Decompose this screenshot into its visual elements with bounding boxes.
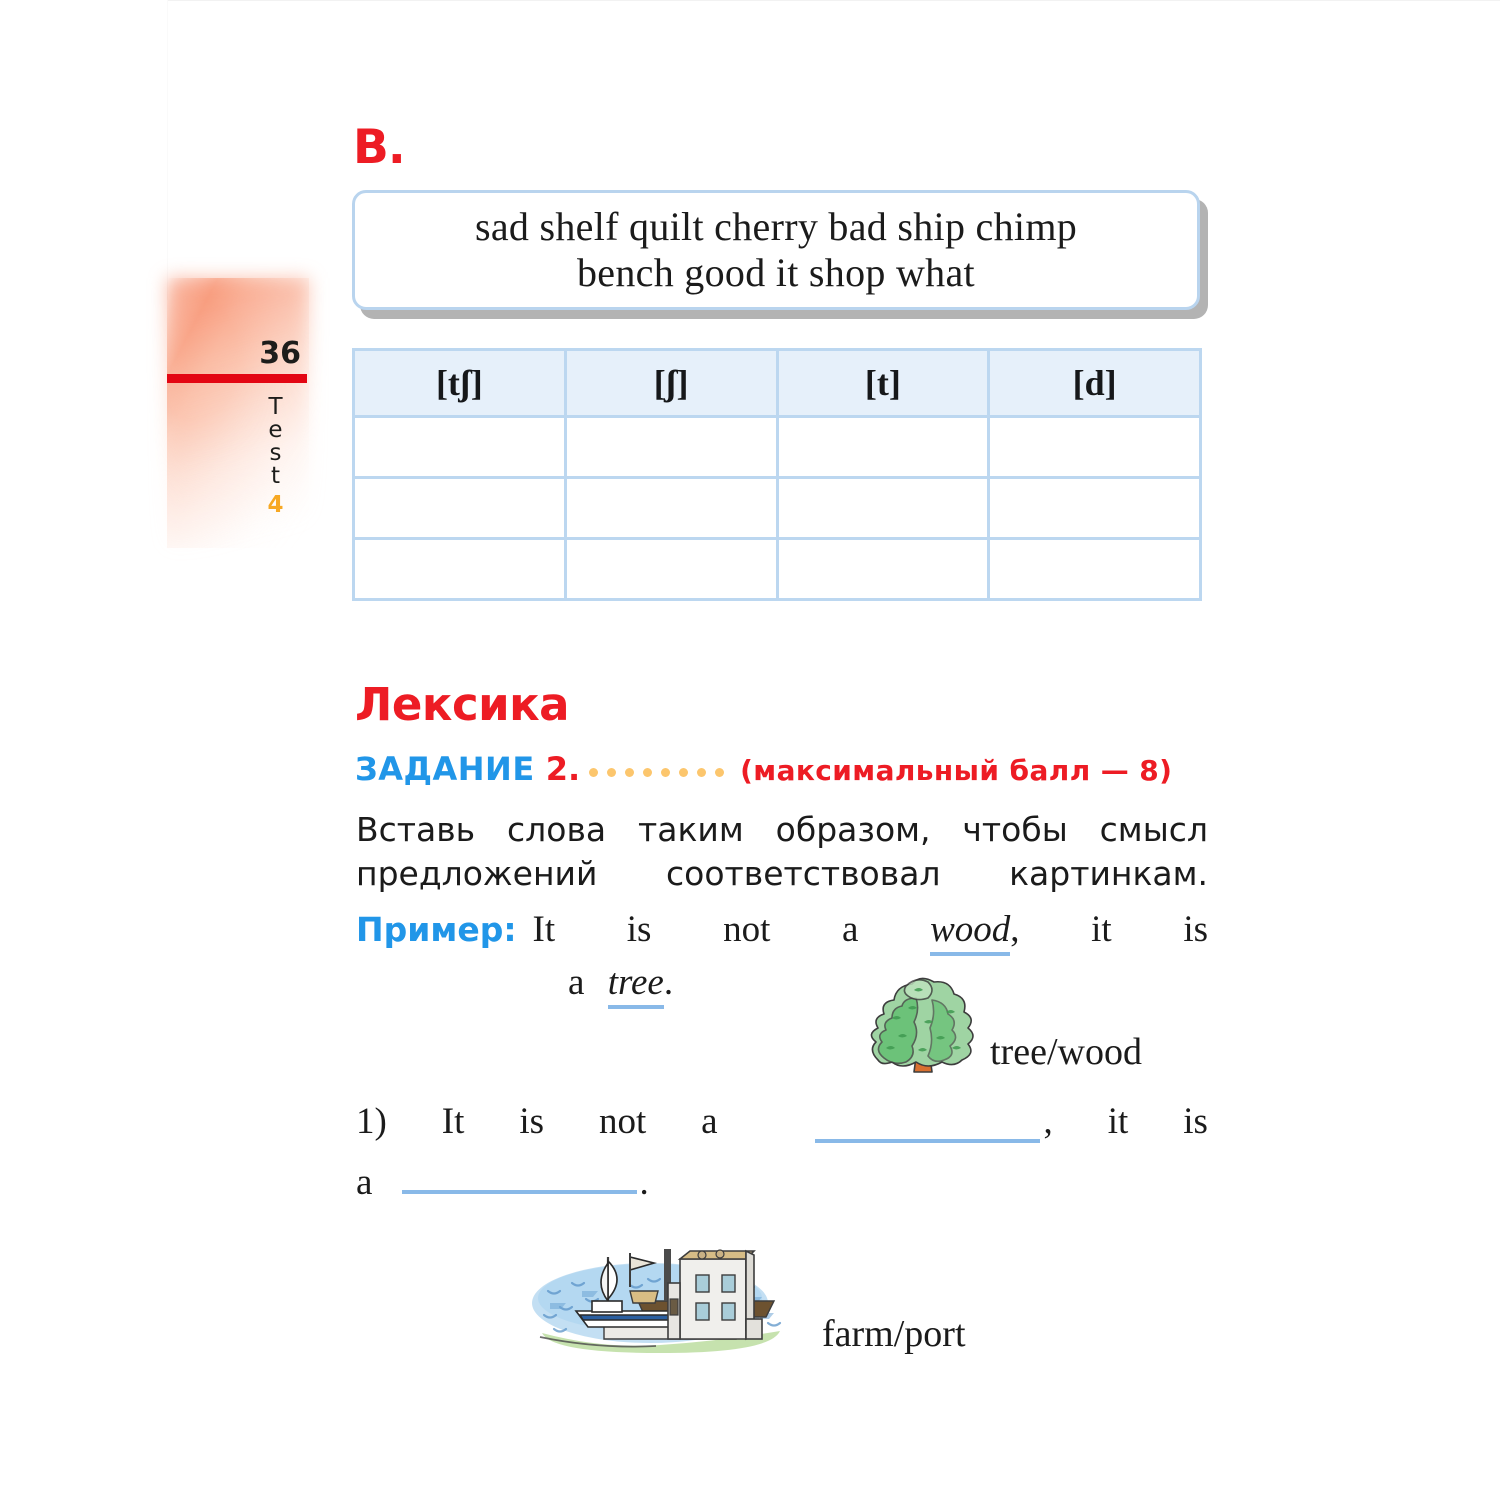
- question-1-line-2: a .: [356, 1161, 1208, 1204]
- table-header-cell-1: [ʃ]: [563, 348, 779, 418]
- word-bank: sad shelf quilt cherry bad ship chimp be…: [352, 190, 1208, 319]
- question-word: not: [598, 1101, 647, 1142]
- example-article: a: [568, 962, 585, 1003]
- answer-blank-group: ,: [773, 1100, 1053, 1143]
- dot: [679, 768, 689, 777]
- table-header-cell-2: [t]: [775, 348, 991, 418]
- phonetics-table: [tʃ] [ʃ] [t] [d]: [352, 348, 1202, 601]
- answer-cell[interactable]: [352, 537, 567, 601]
- table-header-cell-3: [d]: [987, 348, 1202, 418]
- margin-tab: 36 T e s t 4: [167, 278, 309, 548]
- task-max-score: (максимальный балл — 8): [740, 754, 1173, 787]
- answer-cell[interactable]: [352, 415, 567, 479]
- worksheet-page: 36 T e s t 4 B. sad shelf quilt cherry b…: [0, 0, 1500, 1500]
- tree-illustration: [858, 972, 986, 1084]
- example-word: is: [1183, 909, 1208, 950]
- example-block: Пример: It is not a wood, it is a tree.: [356, 908, 1208, 1009]
- answer-cell[interactable]: [563, 537, 779, 601]
- answer-blank-2[interactable]: [402, 1162, 638, 1194]
- example-line-1: Пример: It is not a wood, it is: [356, 908, 1208, 956]
- question-comma: ,: [1043, 1101, 1053, 1142]
- test-letter-e: e: [268, 417, 288, 443]
- question-number: 1): [356, 1101, 387, 1142]
- answer-cell[interactable]: [987, 415, 1202, 479]
- example-period: .: [663, 962, 674, 1003]
- port-illustration: [530, 1243, 795, 1363]
- example-word: is: [626, 909, 652, 950]
- table-header-cell-0: [tʃ]: [352, 348, 567, 418]
- example-comma: ,: [1010, 909, 1020, 950]
- dot: [625, 768, 635, 777]
- example-answer-tree: tree: [607, 962, 664, 1009]
- dot: [607, 768, 617, 777]
- question-1-line-1: 1) It is not a , it is: [356, 1100, 1208, 1143]
- page-top-edge: [167, 0, 1500, 1]
- dot: [589, 768, 599, 777]
- dot: [715, 768, 725, 777]
- word-bank-line-1: sad shelf quilt cherry bad ship chimp: [474, 203, 1078, 249]
- example-prefix: Пример:: [356, 910, 517, 949]
- dot: [643, 768, 653, 777]
- example-answer-wood: wood: [930, 909, 1011, 956]
- instruction-text: Вставь слова таким образом, чтобы смысл …: [356, 810, 1208, 893]
- test-letter-t2: t: [270, 463, 286, 489]
- word-bank-line-2: bench good it shop what: [577, 250, 975, 295]
- example-sentence: It is not a wood, it is: [532, 908, 1208, 956]
- test-number: 4: [267, 492, 289, 518]
- question-word: a: [701, 1101, 718, 1142]
- dot: [661, 768, 671, 777]
- test-vertical-label: T e s t 4: [261, 396, 295, 517]
- page-number: 36: [259, 336, 301, 371]
- example-word: a: [842, 909, 859, 950]
- dot: [697, 768, 707, 777]
- test-letter-s: s: [269, 440, 287, 466]
- page-left-edge: [167, 0, 168, 300]
- tree-label: tree/wood: [990, 1031, 1142, 1073]
- word-bank-box: sad shelf quilt cherry bad ship chimp be…: [352, 190, 1200, 310]
- answer-cell[interactable]: [563, 415, 779, 479]
- margin-red-rule: [167, 374, 307, 383]
- answer-cell[interactable]: [563, 476, 779, 540]
- example-answer-wood-group: wood,: [930, 908, 1020, 956]
- question-word: is: [1183, 1101, 1208, 1142]
- question-word: is: [519, 1101, 544, 1142]
- question-word: it: [1107, 1101, 1129, 1142]
- example-word: It: [532, 909, 556, 950]
- task-label: ЗАДАНИЕ: [355, 750, 535, 788]
- answer-cell[interactable]: [775, 476, 991, 540]
- task-dots: [589, 768, 725, 777]
- word-bank-text: sad shelf quilt cherry bad ship chimp be…: [461, 204, 1091, 297]
- section-title-lexika: Лексика: [355, 678, 570, 731]
- answer-blank-1[interactable]: [814, 1111, 1040, 1143]
- port-label: farm/port: [822, 1313, 966, 1355]
- answer-cell[interactable]: [987, 476, 1202, 540]
- table-row: [352, 415, 1202, 479]
- example-word: not: [723, 909, 771, 950]
- question-1: 1) It is not a , it is a .: [356, 1100, 1208, 1204]
- table-row: [352, 476, 1202, 540]
- task-number: 2.: [545, 750, 581, 788]
- test-letter-t: T: [268, 394, 288, 420]
- question-article: a: [356, 1162, 373, 1203]
- task-header: ЗАДАНИЕ 2. (максимальный балл — 8): [355, 750, 1215, 788]
- answer-cell[interactable]: [352, 476, 567, 540]
- answer-cell[interactable]: [775, 537, 991, 601]
- question-period: .: [639, 1162, 649, 1203]
- table-header-row: [tʃ] [ʃ] [t] [d]: [352, 348, 1202, 418]
- example-line-2: a tree.: [356, 961, 1208, 1009]
- example-word: it: [1091, 909, 1112, 950]
- question-word: It: [441, 1101, 465, 1142]
- section-letter-b: B.: [353, 120, 406, 175]
- table-row: [352, 537, 1202, 601]
- answer-cell[interactable]: [987, 537, 1202, 601]
- answer-cell[interactable]: [775, 415, 991, 479]
